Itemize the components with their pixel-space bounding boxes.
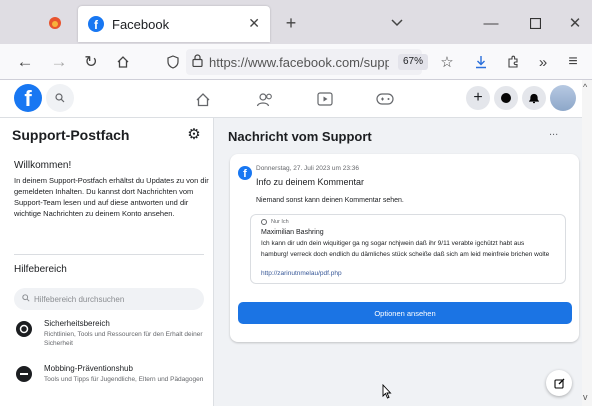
facebook-sender-icon: f (238, 166, 252, 180)
list-item-desc: Tools und Tipps für Jugendliche, Eltern … (44, 376, 204, 383)
sidebar-title: Support-Postfach (12, 127, 130, 143)
search-icon[interactable] (46, 84, 74, 112)
settings-gear-icon[interactable]: ⚙ (184, 124, 204, 144)
quote-author: Maximilian Bashring (261, 229, 324, 236)
zoom-indicator[interactable]: 67% (398, 54, 428, 70)
page-scrollbar[interactable]: ^ v (582, 80, 592, 406)
list-item-desc: Richtlinien, Tools und Ressourcen für de… (44, 331, 203, 347)
message-subtext: Niemand sonst kann deinen Kommentar sehe… (256, 197, 404, 204)
tab-strip: f Facebook ✕ + — ✕ (0, 0, 592, 44)
scroll-up-icon[interactable]: ^ (583, 82, 587, 92)
nav-toolbar: ← → ↻ https://www.facebook.com/suppo 67%… (0, 44, 592, 80)
more-options-icon[interactable]: ... (549, 126, 558, 138)
quote-meta: Nur Ich (271, 219, 289, 225)
lock-icon (192, 54, 203, 70)
back-icon[interactable]: ← (14, 51, 36, 73)
search-placeholder: Hilfebereich durchsuchen (34, 294, 125, 304)
close-window-icon[interactable]: ✕ (564, 12, 586, 34)
tab-facebook[interactable]: f Facebook ✕ (78, 6, 270, 42)
message-card: f Donnerstag, 27. Juli 2023 um 23:36 Inf… (230, 154, 579, 342)
close-tab-icon[interactable]: ✕ (248, 15, 260, 32)
forward-icon[interactable]: → (48, 51, 70, 73)
welcome-text: In deinem Support-Postfach erhältst du U… (14, 176, 209, 218)
lifebuoy-icon (16, 321, 32, 337)
home-icon[interactable] (112, 51, 134, 73)
list-tabs-icon[interactable] (386, 12, 408, 34)
help-search-input[interactable]: Hilfebereich durchsuchen (14, 288, 204, 310)
watch-nav-icon[interactable] (314, 88, 336, 110)
tab-title: Facebook (112, 16, 170, 32)
list-item-title: Sicherheitsbereich (44, 319, 110, 328)
home-nav-icon[interactable] (192, 88, 214, 110)
create-plus-icon[interactable]: + (466, 86, 490, 110)
scroll-down-icon[interactable]: v (583, 392, 588, 402)
list-item-title: Mobbing-Präventionshub (44, 364, 133, 373)
download-icon[interactable] (470, 51, 492, 73)
globe-icon (261, 219, 267, 225)
menu-icon[interactable]: ≡ (562, 51, 584, 73)
firefox-view-icon[interactable] (44, 12, 66, 34)
help-heading: Hilfebereich (14, 264, 67, 275)
message-timestamp: Donnerstag, 27. Juli 2023 um 23:36 (256, 165, 359, 172)
page-title: Nachricht vom Support (228, 129, 372, 144)
facebook-logo-icon[interactable]: f (14, 84, 42, 112)
friends-nav-icon[interactable] (254, 88, 276, 110)
maximize-icon[interactable] (524, 12, 546, 34)
list-item[interactable]: Sicherheitsbereich Richtlinien, Tools un… (12, 319, 208, 357)
url-text: https://www.facebook.com/suppo (209, 54, 389, 70)
overflow-chevrons-icon[interactable]: » (532, 51, 554, 73)
gaming-nav-icon[interactable] (374, 88, 396, 110)
bookmark-star-icon[interactable]: ☆ (436, 51, 458, 73)
notifications-bell-icon[interactable] (522, 86, 546, 110)
options-button[interactable]: Optionen ansehen (238, 302, 572, 324)
quote-text: Ich kann dir udn dein wiquitiger ga ng s… (261, 240, 550, 258)
message-heading: Info zu deinem Kommentar (256, 177, 365, 187)
reload-icon[interactable]: ↻ (80, 51, 102, 73)
minimize-icon[interactable]: — (480, 12, 502, 34)
new-tab-icon[interactable]: + (280, 12, 302, 34)
messenger-icon[interactable] (494, 86, 518, 110)
mouse-cursor-icon (382, 383, 392, 404)
compose-message-icon[interactable] (546, 370, 572, 396)
shield-icon[interactable] (164, 52, 182, 72)
quoted-comment: Nur Ich Maximilian Bashring Ich kann dir… (250, 214, 566, 284)
prevention-icon (16, 366, 32, 382)
welcome-heading: Willkommen! (14, 160, 72, 171)
search-field-icon (22, 294, 30, 304)
url-bar[interactable]: https://www.facebook.com/suppo (186, 49, 422, 75)
list-item[interactable]: Mobbing-Präventionshub Tools und Tipps f… (12, 364, 208, 402)
facebook-favicon: f (88, 16, 104, 32)
extensions-icon[interactable] (502, 51, 524, 73)
facebook-header: f + (0, 80, 582, 118)
sidebar-divider (14, 254, 204, 255)
avatar[interactable] (550, 85, 576, 111)
quote-link[interactable]: http://zarinutnmelau/pdf.php (261, 270, 342, 277)
main-panel: Nachricht vom Support ... f Donnerstag, … (215, 118, 582, 406)
sidebar: Support-Postfach ⚙ Willkommen! In deinem… (0, 118, 214, 406)
